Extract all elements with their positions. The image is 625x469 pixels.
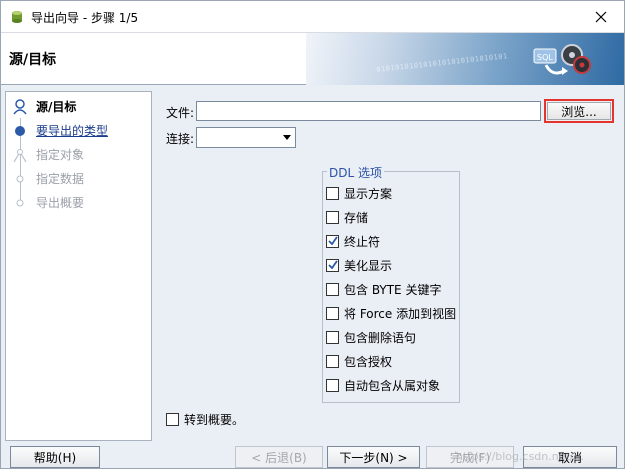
- ddl-option-checkbox[interactable]: 包含 BYTE 关键字: [326, 280, 441, 298]
- step-pending-icon: [16, 175, 24, 182]
- step-label: 要导出的类型: [36, 124, 109, 138]
- ddl-option-label: 显示方案: [344, 186, 393, 201]
- next-button[interactable]: 下一步(N) >: [327, 446, 420, 468]
- step-pending-icon: [13, 148, 27, 162]
- close-icon: [595, 11, 607, 22]
- checkbox-box: [326, 306, 339, 320]
- browse-button-label: 浏览...: [547, 102, 611, 120]
- sql-export-icon: SQL: [533, 44, 591, 75]
- ddl-option-label: 美化显示: [344, 258, 393, 273]
- svg-text:SQL: SQL: [537, 53, 553, 62]
- browse-button[interactable]: 浏览...: [544, 99, 614, 123]
- back-button[interactable]: < 后退(B): [235, 446, 323, 468]
- step-label: 指定数据: [36, 172, 85, 186]
- wizard-header: 源/目标 0101010101010101010101010101 SQL: [1, 32, 624, 85]
- checkbox-box: [326, 282, 339, 296]
- ddl-option-checkbox[interactable]: 终止符: [326, 232, 380, 250]
- ddl-option-checkbox[interactable]: 自动包含从属对象: [326, 376, 440, 394]
- page-title: 源/目标: [9, 52, 57, 68]
- database-export-icon: [9, 9, 25, 25]
- ddl-option-checkbox[interactable]: 存储: [326, 208, 368, 226]
- step-label: 源/目标: [36, 100, 77, 114]
- ddl-option-checkbox[interactable]: 包含授权: [326, 352, 392, 370]
- checkbox-box: [326, 186, 339, 200]
- watermark: https://blog.csdn.net/...: [455, 450, 584, 463]
- help-button[interactable]: 帮助(H): [10, 446, 100, 468]
- ddl-option-label: 将 Force 添加到视图: [344, 306, 457, 321]
- checkbox-box: [326, 330, 339, 344]
- step-active-icon: [13, 98, 27, 114]
- file-label: 文件:: [166, 106, 195, 120]
- ddl-option-label: 自动包含从属对象: [344, 378, 441, 393]
- ddl-option-label: 包含 BYTE 关键字: [344, 282, 442, 297]
- ddl-option-label: 包含授权: [344, 354, 393, 369]
- checkbox-box: [326, 210, 339, 224]
- ddl-options-group: DDL 选项 显示方案存储终止符美化显示包含 BYTE 关键字将 Force 添…: [322, 164, 460, 403]
- step-specify-data: 指定数据: [6, 167, 151, 190]
- ddl-options-legend: DDL 选项: [327, 164, 384, 181]
- main-panel: 文件: 浏览... 连接: DDL 选项 显示方案存储终止符美化显示包含 BYT…: [158, 91, 621, 431]
- step-complete-icon: [15, 125, 25, 136]
- step-label: 指定对象: [36, 148, 85, 162]
- ddl-option-checkbox[interactable]: 美化显示: [326, 256, 392, 274]
- wizard-steps-panel: 源/目标 要导出的类型 指定对象 指定数据 导出概要: [5, 91, 152, 441]
- ddl-option-checkbox[interactable]: 包含删除语句: [326, 328, 416, 346]
- step-export-types[interactable]: 要导出的类型: [6, 119, 151, 142]
- connection-select[interactable]: [196, 127, 296, 148]
- checkbox-checked-icon: [326, 258, 339, 272]
- banner-binary-text: 0101010101010101010101010101: [375, 52, 509, 74]
- close-button[interactable]: [578, 1, 624, 32]
- checkbox-checked-icon: [326, 234, 339, 248]
- step-specify-objects: 指定对象: [6, 143, 151, 166]
- export-wizard-window: 导出向导 - 步骤 1/5 源/目标 010101010101010101010…: [0, 0, 625, 469]
- step-pending-icon: [16, 199, 24, 206]
- chevron-down-icon: [283, 135, 291, 140]
- ddl-option-checkbox[interactable]: 将 Force 添加到视图: [326, 304, 456, 322]
- checkbox-box: [166, 413, 179, 426]
- goto-summary-checkbox[interactable]: 转到概要。: [166, 411, 244, 428]
- checkbox-box: [326, 354, 339, 368]
- step-label: 导出概要: [36, 196, 85, 210]
- step-export-summary: 导出概要: [6, 191, 151, 214]
- ddl-option-label: 终止符: [344, 234, 381, 249]
- file-path-input[interactable]: [196, 101, 541, 121]
- step-source-target[interactable]: 源/目标: [6, 95, 151, 118]
- ddl-option-checkbox[interactable]: 显示方案: [326, 184, 392, 202]
- checkbox-box: [326, 378, 339, 392]
- ddl-option-label: 包含删除语句: [344, 330, 417, 345]
- ddl-option-label: 存储: [344, 210, 369, 225]
- goto-summary-label: 转到概要。: [184, 413, 245, 427]
- header-banner: 0101010101010101010101010101 SQL: [306, 33, 624, 85]
- connection-label: 连接:: [166, 132, 195, 146]
- title-bar: 导出向导 - 步骤 1/5: [1, 1, 624, 32]
- window-title: 导出向导 - 步骤 1/5: [31, 11, 139, 25]
